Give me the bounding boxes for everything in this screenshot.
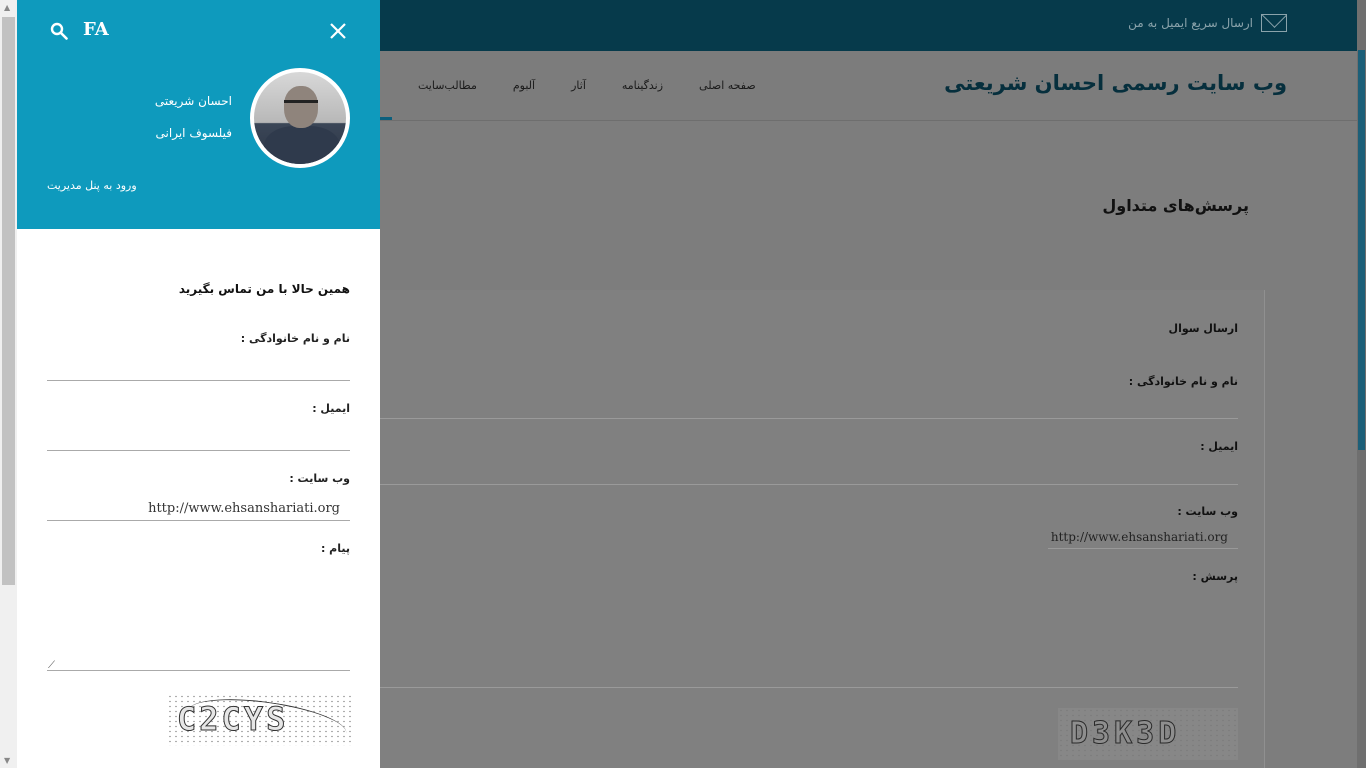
drawer-header: FA احسان شریعتی فیلسوف ایرانی ورود به پن… <box>17 0 380 229</box>
nav-item-album[interactable]: آلبوم <box>495 79 553 92</box>
nav-item-articles[interactable]: مطالب‌سایت <box>400 79 495 92</box>
email-field-label: ایمیل : <box>1200 440 1238 453</box>
question-field[interactable] <box>380 687 1238 688</box>
resize-handle-icon[interactable]: ⟋ <box>48 660 55 671</box>
email-field[interactable] <box>380 484 1238 485</box>
website-field-label: وب سایت : <box>1177 505 1238 518</box>
form-title: ارسال سوال <box>1168 322 1238 335</box>
envelope-icon <box>1261 14 1287 32</box>
scrollbar-thumb[interactable] <box>1358 50 1365 450</box>
nav-active-indicator <box>380 117 392 120</box>
contact-website-label: وب سایت : <box>289 472 350 485</box>
site-title[interactable]: وب سایت رسمی احسان شریعتی <box>944 71 1287 95</box>
search-icon[interactable] <box>50 22 68 40</box>
contact-title: همین حالا با من تماس بگیرید <box>178 282 350 296</box>
contact-message-label: پیام : <box>320 542 350 555</box>
name-field-label: نام و نام خانوادگی : <box>1128 375 1238 388</box>
profile-role: فیلسوف ایرانی <box>155 126 232 140</box>
language-toggle[interactable]: FA <box>83 19 109 40</box>
contact-website-field[interactable]: http://www.ehsanshariati.org <box>148 501 340 516</box>
admin-panel-link[interactable]: ورود به پنل مدیریت <box>47 179 137 192</box>
question-form-card: ارسال سوال نام و نام خانوادگی : ایمیل : … <box>380 290 1265 768</box>
captcha-text: D3K3D <box>1069 716 1181 752</box>
quick-email-label: ارسال سریع ایمیل به من <box>1128 16 1253 30</box>
captcha-text: C2CYS <box>176 700 289 739</box>
website-field[interactable]: http://www.ehsanshariati.org <box>1051 530 1228 544</box>
nav-item-works[interactable]: آثار <box>553 79 604 92</box>
quick-email-link[interactable]: ارسال سریع ایمیل به من <box>1128 14 1287 32</box>
scroll-up-icon[interactable]: ▲ <box>4 3 10 12</box>
page-title: پرسش‌های متداول <box>1102 196 1249 215</box>
captcha-image: D3K3D <box>1058 708 1238 760</box>
contact-email-field[interactable] <box>47 450 350 451</box>
website-field-underline <box>1048 548 1238 549</box>
avatar <box>250 68 350 168</box>
profile-name: احسان شریعتی <box>154 94 232 108</box>
contact-message-field[interactable] <box>47 670 350 671</box>
side-drawer: FA احسان شریعتی فیلسوف ایرانی ورود به پن… <box>17 0 380 768</box>
captcha-image: C2CYS <box>167 694 352 746</box>
contact-name-label: نام و نام خانوادگی : <box>240 332 350 345</box>
question-field-label: پرسش : <box>1192 570 1238 583</box>
nav-item-home[interactable]: صفحه اصلی <box>681 79 774 92</box>
contact-email-label: ایمیل : <box>312 402 350 415</box>
scroll-down-icon[interactable]: ▼ <box>4 756 10 765</box>
right-scrollbar[interactable] <box>1357 0 1366 768</box>
left-scrollbar[interactable]: ▲ ▼ <box>0 0 17 768</box>
scrollbar-thumb[interactable] <box>2 17 15 585</box>
main-nav: صفحه اصلی زندگینامه آثار آلبوم مطالب‌سای… <box>400 79 774 92</box>
contact-name-field[interactable] <box>47 380 350 381</box>
name-field[interactable] <box>380 418 1238 419</box>
close-icon[interactable] <box>329 22 347 40</box>
nav-item-biography[interactable]: زندگینامه <box>604 79 681 92</box>
contact-website-underline <box>47 520 350 521</box>
